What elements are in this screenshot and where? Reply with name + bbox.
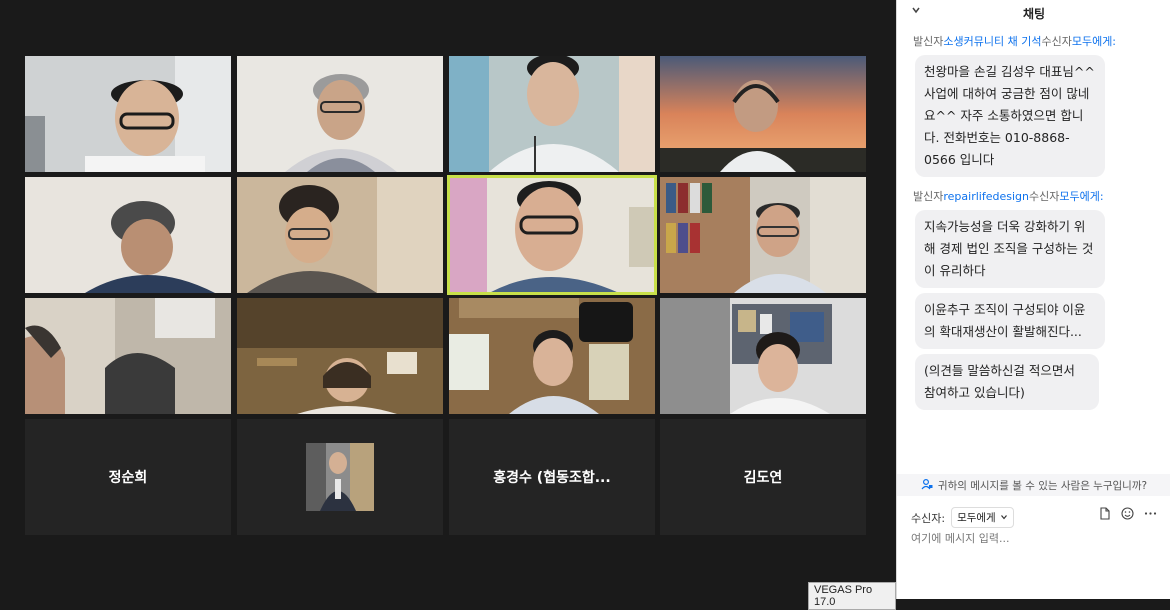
participant-video xyxy=(25,56,231,172)
software-watermark: VEGAS Pro 17.0 xyxy=(808,582,896,610)
recipient-selector-row: 수신자: 모두에게 xyxy=(911,507,1014,528)
participant-name: 정순희 xyxy=(108,470,148,486)
participant-video xyxy=(25,177,231,293)
more-icon[interactable] xyxy=(1144,507,1157,524)
participant-video xyxy=(449,56,655,172)
video-gallery: 정순희 홍경수 (협동조합... 김도연 VEGAS Pro 17.0 xyxy=(0,0,896,610)
recipient-name[interactable]: 모두에게: xyxy=(1072,35,1116,48)
message-sender-line: 발신자소생커뮤니티 채 기석수신자모두에게: xyxy=(913,33,1116,49)
participant-video xyxy=(449,298,655,414)
privacy-notice-text: 귀하의 메시지를 볼 수 있는 사람은 누구입니까? xyxy=(937,479,1148,492)
video-tile[interactable] xyxy=(237,177,443,293)
participant-video xyxy=(25,298,231,414)
participant-video xyxy=(660,56,866,172)
chat-header: 채팅 xyxy=(897,0,1170,26)
recipient-dropdown[interactable]: 모두에게 xyxy=(951,507,1014,528)
sender-prefix: 발신자 xyxy=(913,190,944,203)
video-tile[interactable] xyxy=(660,56,866,172)
video-tile[interactable] xyxy=(660,298,866,414)
privacy-notice[interactable]: 귀하의 메시지를 볼 수 있는 사람은 누구입니까? xyxy=(897,474,1170,496)
video-tile[interactable] xyxy=(237,298,443,414)
participant-video xyxy=(449,177,655,293)
message-sender-line: 발신자repairlifedesign수신자모두에게: xyxy=(913,188,1104,204)
video-tile[interactable] xyxy=(449,56,655,172)
message-input[interactable]: 여기에 메시지 입력... xyxy=(911,530,1009,546)
video-tile[interactable] xyxy=(25,177,231,293)
chat-panel: 채팅 발신자소생커뮤니티 채 기석수신자모두에게: 천왕마을 손길 김성우 대표… xyxy=(896,0,1170,599)
video-tile[interactable] xyxy=(660,177,866,293)
chat-message-bubble[interactable]: (의견들 말씀하신걸 적으면서 참여하고 있습니다) xyxy=(915,354,1099,410)
chat-message-bubble[interactable]: 지속가능성을 더욱 강화하기 위해 경제 법인 조직을 구성하는 것이 유리하다 xyxy=(915,210,1105,288)
participant-name-tile[interactable]: 김도연 xyxy=(660,419,866,535)
video-tile[interactable] xyxy=(25,56,231,172)
participant-photo-tile[interactable] xyxy=(237,419,443,535)
recipient-label: 수신자: xyxy=(911,511,946,525)
participant-name-tile[interactable]: 홍경수 (협동조합... xyxy=(449,419,655,535)
chat-message-bubble[interactable]: 천왕마을 손길 김성우 대표님^^ 사업에 대하여 궁금한 점이 많네요^^ 자… xyxy=(915,55,1105,177)
participant-video xyxy=(660,298,866,414)
sender-prefix: 발신자 xyxy=(913,35,944,48)
chat-message-bubble[interactable]: 이윤추구 조직이 구성되야 이윤의 확대재생산이 활발해진다... xyxy=(915,293,1105,349)
profile-photo xyxy=(306,443,374,511)
recipient-prefix: 수신자 xyxy=(1028,190,1060,203)
participant-video xyxy=(237,298,443,414)
participant-name-tile[interactable]: 정순희 xyxy=(25,419,231,535)
sender-name[interactable]: 소생커뮤니티 채 기석 xyxy=(943,35,1041,48)
participant-video xyxy=(660,177,866,293)
participant-video xyxy=(237,177,443,293)
participant-name: 홍경수 (협동조합... xyxy=(493,470,611,486)
person-lock-icon xyxy=(921,478,933,493)
participant-name: 김도연 xyxy=(743,470,783,486)
video-tile-active-speaker[interactable] xyxy=(447,175,657,295)
chat-title: 채팅 xyxy=(1022,7,1046,21)
video-tile[interactable] xyxy=(237,56,443,172)
participant-video xyxy=(237,56,443,172)
chevron-down-icon xyxy=(1000,512,1008,524)
emoji-icon[interactable] xyxy=(1121,507,1134,524)
file-icon[interactable] xyxy=(1099,507,1111,524)
sender-name[interactable]: repairlifedesign xyxy=(943,190,1029,203)
recipient-dropdown-value: 모두에게 xyxy=(957,512,996,524)
chat-tools xyxy=(1099,507,1157,524)
video-tile[interactable] xyxy=(25,298,231,414)
recipient-prefix: 수신자 xyxy=(1041,35,1072,48)
video-tile[interactable] xyxy=(449,298,655,414)
recipient-name[interactable]: 모두에게: xyxy=(1059,190,1103,203)
